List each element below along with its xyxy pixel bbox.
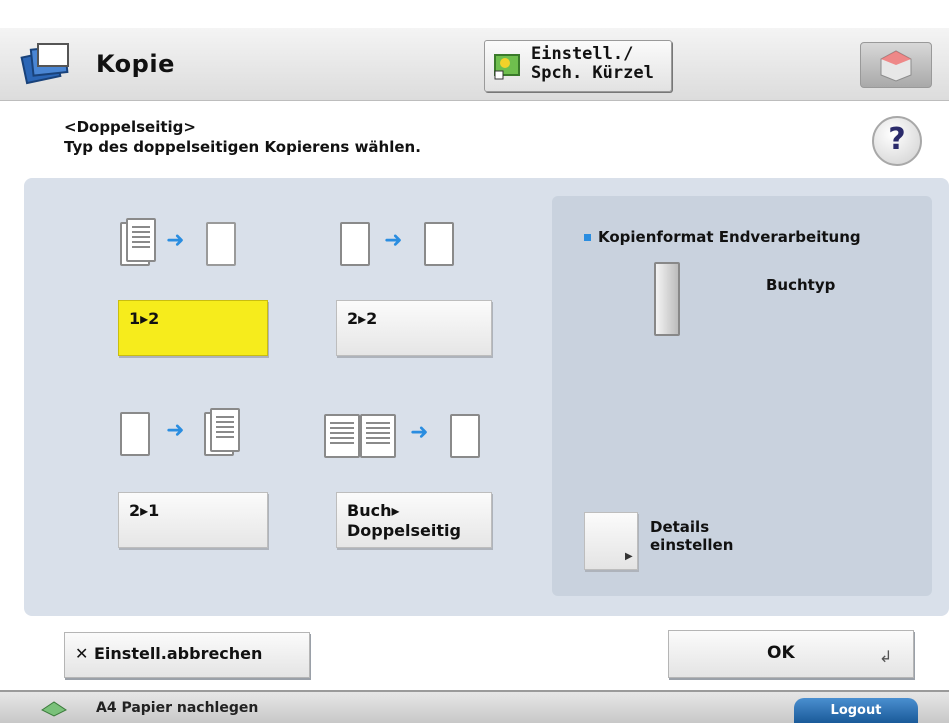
page-title: Kopie xyxy=(96,50,175,78)
option-book-duplex-button[interactable]: Buch▸ Doppelseitig xyxy=(336,492,492,548)
book-type-icon xyxy=(654,262,680,336)
logout-button[interactable]: Logout xyxy=(794,698,918,723)
option-2-to-2-button[interactable]: 2▸2 xyxy=(336,300,492,356)
copy-app-icon xyxy=(20,40,78,88)
return-icon: ↲ xyxy=(879,647,893,666)
option-1-to-2-button[interactable]: 1▸2 xyxy=(118,300,268,356)
instruction-text: Typ des doppelseitigen Kopierens wählen. xyxy=(64,138,421,156)
ok-label: OK xyxy=(767,643,795,663)
status-text: A4 Papier nachlegen xyxy=(96,700,259,716)
status-bar: A4 Papier nachlegen Logout xyxy=(0,690,949,723)
details-label: Details einstellen xyxy=(650,518,734,554)
close-icon: ✕ xyxy=(75,644,89,663)
cancel-settings-button[interactable]: ✕ Einstell.abbrechen xyxy=(64,632,310,678)
finishing-value: Buchtyp xyxy=(766,276,836,294)
instruction-title: <Doppelseitig> xyxy=(64,118,196,136)
details-button[interactable]: ▶ xyxy=(584,512,638,570)
settings-shortcut-button[interactable]: Einstell./ Spch. Kürzel xyxy=(484,40,672,92)
menu-button[interactable] xyxy=(860,42,932,88)
arrow-right-icon: ▶ xyxy=(625,551,633,562)
help-button[interactable]: ? xyxy=(872,116,922,166)
option-2-to-1-button[interactable]: 2▸1 xyxy=(118,492,268,548)
bullet-icon xyxy=(584,234,591,241)
shortcut-icon xyxy=(493,51,523,81)
shortcut-label: Einstell./ Spch. Kürzel xyxy=(531,44,654,83)
cancel-label: ✕ Einstell.abbrechen xyxy=(75,644,263,663)
finishing-title: Kopienformat Endverarbeitung xyxy=(598,228,861,246)
paper-status-icon xyxy=(40,698,68,718)
ok-button[interactable]: OK ↲ xyxy=(668,630,914,678)
